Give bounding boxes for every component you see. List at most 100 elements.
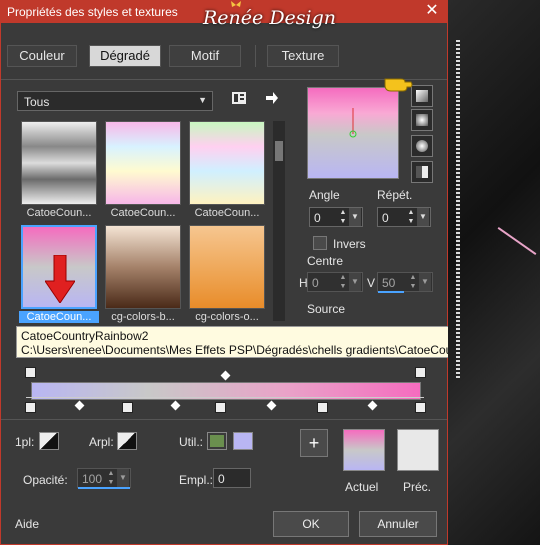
color-midpoint[interactable] (74, 400, 85, 411)
color-stop[interactable] (215, 402, 226, 413)
tab-degrade[interactable]: Dégradé (89, 45, 161, 67)
repeat-spinner[interactable]: 0 ▲ ▼ ▼ (377, 207, 431, 227)
opacity-progress (78, 487, 130, 489)
invert-checkbox[interactable] (313, 236, 327, 250)
invert-label: Invers (333, 237, 366, 251)
chevron-down-icon[interactable]: ▼ (349, 273, 361, 291)
gradient-preview[interactable] (307, 87, 399, 179)
tab-separator (255, 45, 256, 67)
tab-motif[interactable]: Motif (169, 45, 241, 67)
help-link[interactable]: Aide (15, 517, 39, 531)
divider (1, 419, 447, 420)
ok-button[interactable]: OK (273, 511, 349, 537)
arpl-label: Arpl: (89, 435, 114, 449)
red-arrow-icon (45, 255, 75, 303)
pointing-hand-icon (384, 78, 413, 92)
arpl-swatch[interactable] (117, 432, 137, 450)
thumb-caption: CatoeCoun... (110, 207, 176, 219)
repeat-label: Répét. (377, 188, 413, 202)
angle-label: Angle (309, 188, 340, 202)
center-h-value: 0 (312, 276, 319, 290)
empl-field[interactable]: 0 (213, 468, 251, 488)
library-icon[interactable] (231, 91, 247, 105)
color-midpoint[interactable] (367, 400, 378, 411)
properties-dialog: Propriétés des styles et textures Renée … (0, 0, 540, 545)
center-v-progress (378, 291, 404, 293)
empl-value: 0 (218, 472, 225, 486)
color-stop[interactable] (317, 402, 328, 413)
spin-arrows-icon[interactable]: ▲ ▼ (106, 469, 116, 487)
chevron-down-icon[interactable]: ▼ (417, 208, 429, 226)
cancel-button[interactable]: Annuler (359, 511, 437, 537)
title-bar: Propriétés des styles et textures Renée … (1, 1, 447, 29)
util-swatch-1-fill (210, 435, 224, 447)
spin-arrows-icon[interactable]: ▲ ▼ (338, 208, 348, 226)
canvas-image (448, 0, 540, 545)
previous-swatch[interactable] (397, 429, 439, 471)
v-label: V (367, 276, 376, 290)
angle-handle-icon[interactable] (346, 106, 360, 140)
color-stop[interactable] (25, 402, 36, 413)
opacity-stop-left[interactable] (25, 367, 36, 378)
tab-texture[interactable]: Texture (267, 45, 339, 67)
opacity-label: Opacité: (23, 473, 68, 487)
gradient-thumb[interactable] (189, 225, 265, 309)
color-midpoint[interactable] (266, 400, 277, 411)
previous-label: Préc. (403, 480, 432, 494)
chevron-down-icon[interactable]: ▼ (349, 208, 361, 226)
spin-arrows-icon[interactable]: ▲ ▼ (408, 273, 418, 291)
divider (1, 79, 447, 80)
ipl-label: 1pl: (15, 435, 35, 449)
close-button[interactable]: ✕ (423, 2, 441, 20)
add-button[interactable]: + (300, 429, 328, 457)
opacity-midpoint[interactable] (220, 370, 231, 381)
util-swatch-2-fill (234, 433, 252, 449)
radial-style-button[interactable] (411, 161, 433, 183)
center-label: Centre (307, 254, 344, 268)
scrollbar-handle[interactable] (275, 141, 283, 161)
gradient-thumb[interactable] (189, 121, 265, 205)
thumb-caption: CatoeCoun... (26, 207, 92, 219)
angle-spinner[interactable]: 0 ▲ ▼ ▼ (309, 207, 363, 227)
center-h-spinner[interactable]: 0 ▲ ▼ ▼ (307, 272, 363, 292)
chevron-down-icon[interactable]: ▼ (419, 273, 431, 291)
angle-value: 0 (314, 211, 321, 225)
sunburst-style-button[interactable] (411, 135, 433, 157)
color-stop[interactable] (122, 402, 133, 413)
stop-track (26, 397, 424, 398)
renee-design-logo: Renée Design (203, 1, 337, 29)
tab-couleur[interactable]: Couleur (7, 45, 77, 67)
chevron-down-icon[interactable]: ▼ (117, 469, 129, 487)
opacity-spinner[interactable]: 100 ▲ ▼ ▼ (77, 468, 131, 488)
logo-text: Renée Design (203, 7, 337, 29)
current-label: Actuel (345, 480, 379, 494)
center-v-spinner[interactable]: 50 ▲ ▼ ▼ (377, 272, 433, 292)
category-dropdown[interactable]: Tous ▼ (17, 91, 213, 111)
rectangular-style-button[interactable] (411, 109, 433, 131)
thumb-caption: CatoeCoun... (194, 207, 260, 219)
arrow-right-icon[interactable] (265, 91, 279, 105)
opacity-stop-right[interactable] (415, 367, 426, 378)
thumb-caption: cg-colors-o... (195, 311, 259, 323)
background-canvas (448, 0, 540, 545)
gradient-thumb[interactable] (105, 225, 181, 309)
library-scrollbar[interactable] (273, 121, 285, 321)
source-label: Source (307, 302, 346, 316)
gradient-thumb[interactable] (105, 121, 181, 205)
repeat-value: 0 (382, 211, 389, 225)
util-swatch-2[interactable] (233, 432, 253, 450)
gradient-thumb-selected[interactable] (21, 225, 97, 309)
opacity-value: 100 (82, 472, 103, 486)
util-swatch-1[interactable] (207, 432, 227, 450)
spin-arrows-icon[interactable]: ▲ ▼ (406, 208, 416, 226)
gradient-thumb[interactable] (21, 121, 97, 205)
color-stop[interactable] (415, 402, 426, 413)
color-midpoint[interactable] (170, 400, 181, 411)
center-v-value: 50 (382, 276, 396, 290)
spin-arrows-icon[interactable]: ▲ ▼ (338, 273, 348, 291)
category-value: Tous (24, 95, 50, 109)
linear-style-button[interactable] (411, 85, 433, 107)
ipl-swatch[interactable] (39, 432, 59, 450)
thumb-caption-selected: CatoeCoun... (19, 311, 99, 323)
current-swatch[interactable] (343, 429, 385, 471)
